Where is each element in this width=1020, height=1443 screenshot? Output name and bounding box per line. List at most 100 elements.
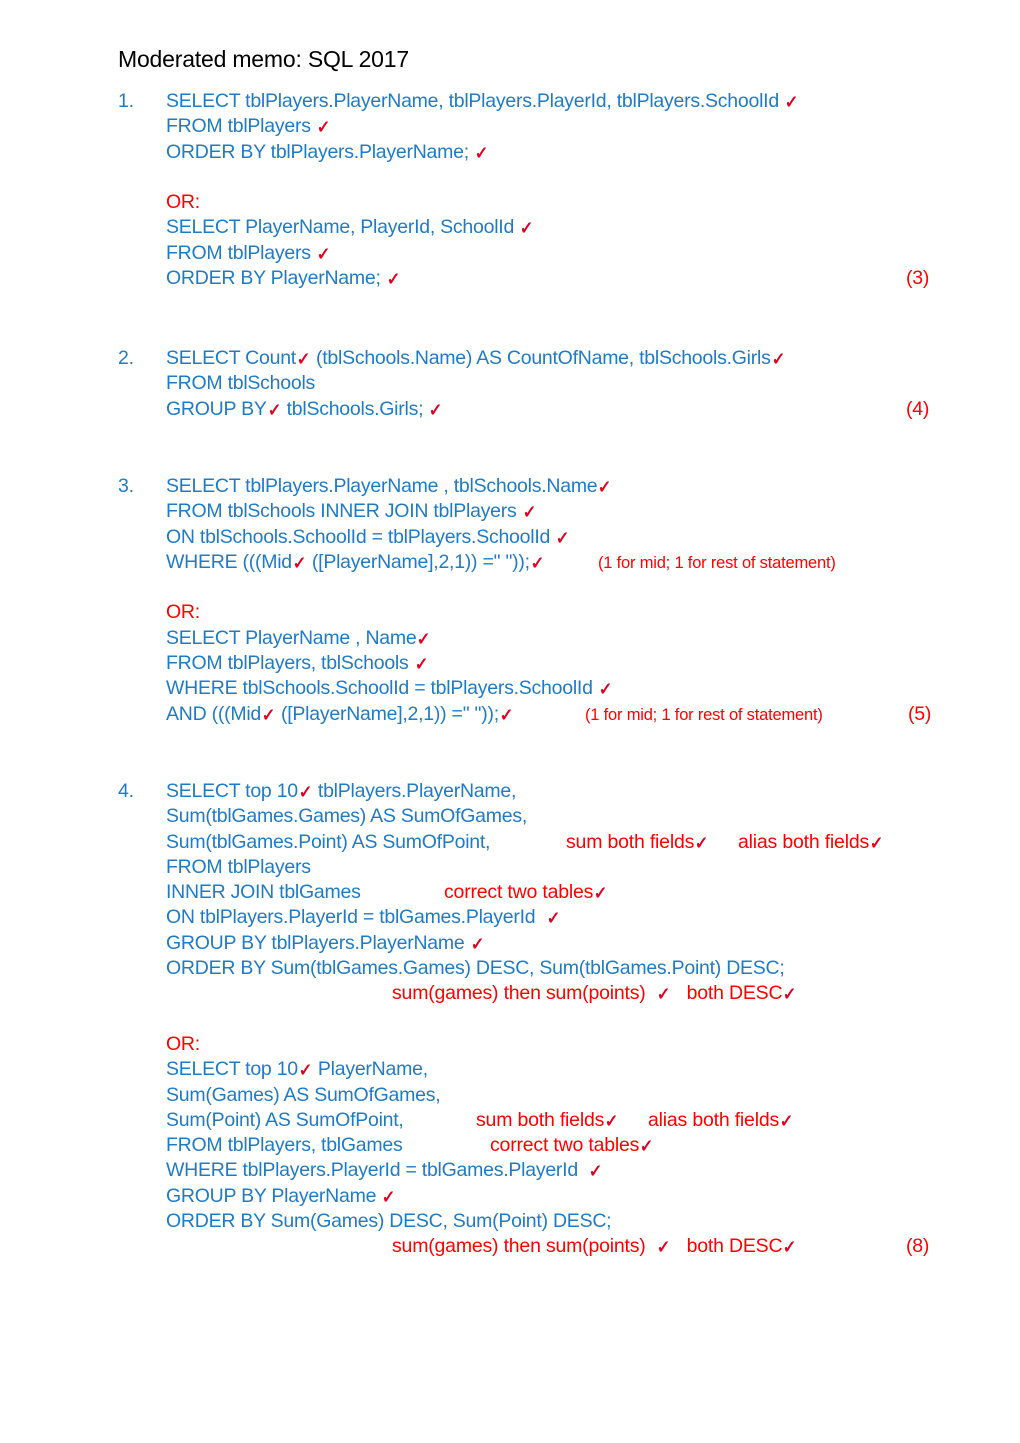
sql-line: Sum(Point) AS SumOfPoint, [166, 1108, 404, 1131]
sql-line: ON tblPlayers.PlayerId = tblGames.Player… [166, 906, 560, 929]
tick-icon: ✓ [414, 654, 428, 675]
sql-line: ORDER BY Sum(Games) DESC, Sum(Point) DES… [166, 1210, 612, 1233]
tick-icon: ✓ [589, 1161, 603, 1182]
sql-line-row: OR: [0, 191, 1020, 216]
page-title: Moderated memo: SQL 2017 [118, 46, 409, 72]
tick-icon: ✓ [298, 782, 313, 802]
sql-line-row: FROM tblPlayers [0, 856, 1020, 881]
sql-line-row: ON tblPlayers.PlayerId = tblGames.Player… [0, 906, 1020, 931]
tick-icon: ✓ [316, 243, 331, 264]
tick-icon: ✓ [771, 349, 785, 369]
sql-line-row: ORDER BY Sum(Games) DESC, Sum(Point) DES… [0, 1210, 1020, 1235]
sql-line: AND (((Mid✓ ([PlayerName],2,1)) =" "));✓ [166, 702, 514, 725]
sql-line-row: Sum(tblGames.Games) AS SumOfGames, [0, 805, 1020, 830]
marker-note: alias both fields✓ [648, 1108, 794, 1131]
tick-icon: ✓ [604, 1110, 619, 1131]
tick-icon: ✓ [261, 704, 276, 725]
marker-note: correct two tables✓ [490, 1134, 654, 1157]
spacer-row [0, 1008, 1020, 1033]
or-label: OR: [166, 601, 200, 624]
sql-line: SELECT tblPlayers.PlayerName, tblPlayers… [166, 90, 799, 112]
sql-line: FROM tblPlayers, tblGames [166, 1134, 403, 1157]
tick-icon: ✓ [869, 832, 884, 853]
marker-note: sum(games) then sum(points) ✓ both DESC✓ [392, 982, 797, 1005]
sql-line-row: sum(games) then sum(points) ✓ both DESC✓ [0, 982, 1020, 1007]
sql-line: WHERE (((Mid✓ ([PlayerName],2,1)) =" "))… [166, 550, 545, 573]
question-number-3: 3. [118, 475, 134, 497]
question-block-1: 1. SELECT tblPlayers.PlayerName, tblPlay… [0, 90, 1020, 292]
sql-line: SELECT PlayerName, PlayerId, SchoolId ✓ [166, 216, 534, 239]
question-number-row: 1. SELECT tblPlayers.PlayerName, tblPlay… [0, 90, 1020, 115]
sql-line-row: OR: [0, 1033, 1020, 1058]
sql-line-row: AND (((Mid✓ ([PlayerName],2,1)) =" "));✓… [0, 703, 1020, 728]
sql-line-row: GROUP BY✓ tblSchools.Girls; ✓ (4) [0, 398, 1020, 423]
tick-icon: ✓ [499, 704, 514, 725]
sql-line: SELECT Count✓ (tblSchools.Name) AS Count… [166, 347, 785, 369]
marks-allocation: (3) [906, 267, 930, 290]
sql-line: FROM tblSchools INNER JOIN tblPlayers ✓ [166, 500, 536, 523]
tick-icon: ✓ [783, 1237, 797, 1258]
sql-line: WHERE tblSchools.SchoolId = tblPlayers.S… [166, 677, 612, 700]
sql-line: ORDER BY PlayerName; ✓ [166, 267, 401, 290]
sql-line-row: Sum(Point) AS SumOfPoint, sum both field… [0, 1109, 1020, 1134]
sql-line-row: FROM tblSchools [0, 372, 1020, 397]
sql-line-row: ORDER BY PlayerName; ✓ (3) [0, 267, 1020, 292]
sql-line: GROUP BY tblPlayers.PlayerName ✓ [166, 931, 484, 954]
sql-line: SELECT top 10✓ PlayerName, [166, 1058, 428, 1081]
sql-line-row: FROM tblPlayers ✓ [0, 115, 1020, 140]
marker-note: (1 for mid; 1 for rest of statement) [585, 705, 823, 724]
tick-icon: ✓ [382, 1186, 396, 1207]
question-number-row: 3. SELECT tblPlayers.PlayerName , tblSch… [0, 475, 1020, 500]
sql-line: WHERE tblPlayers.PlayerId = tblGames.Pla… [166, 1159, 603, 1182]
tick-icon: ✓ [556, 527, 570, 548]
sql-line: FROM tblSchools [166, 372, 316, 395]
tick-icon: ✓ [530, 552, 545, 573]
question-number-row: 4. SELECT top 10✓ tblPlayers.PlayerName, [0, 780, 1020, 805]
sql-line-row: SELECT PlayerName, PlayerId, SchoolId ✓ [0, 216, 1020, 241]
marker-note: sum both fields✓ [476, 1108, 619, 1131]
sql-line-row: Sum(tblGames.Point) AS SumOfPoint, sum b… [0, 831, 1020, 856]
sql-line-row: SELECT top 10✓ PlayerName, [0, 1058, 1020, 1083]
sql-line-row: sum(games) then sum(points) ✓ both DESC✓… [0, 1235, 1020, 1260]
marker-note: sum both fields✓ [566, 830, 709, 853]
or-label: OR: [166, 1032, 200, 1055]
tick-icon: ✓ [417, 628, 431, 649]
sql-line: GROUP BY✓ tblSchools.Girls; ✓ [166, 397, 443, 420]
sql-line-row: SELECT PlayerName , Name✓ [0, 627, 1020, 652]
tick-icon: ✓ [298, 1060, 313, 1081]
sql-line-row: ON tblSchools.SchoolId = tblPlayers.Scho… [0, 526, 1020, 551]
marks-allocation: (4) [906, 397, 930, 420]
spacer-row [0, 166, 1020, 191]
question-number-2: 2. [118, 347, 134, 369]
tick-icon: ✓ [474, 142, 489, 163]
sql-line-row: INNER JOIN tblGames correct two tables✓ [0, 881, 1020, 906]
or-label: OR: [166, 191, 200, 214]
question-number-1: 1. [118, 90, 134, 112]
marker-note: alias both fields✓ [738, 830, 884, 853]
tick-icon: ✓ [386, 269, 401, 290]
sql-line-row: ORDER BY Sum(tblGames.Games) DESC, Sum(t… [0, 957, 1020, 982]
tick-icon: ✓ [522, 502, 536, 523]
tick-icon: ✓ [546, 908, 560, 929]
sql-line: SELECT PlayerName , Name✓ [166, 626, 431, 649]
tick-icon: ✓ [639, 1136, 654, 1157]
sql-line: GROUP BY PlayerName ✓ [166, 1184, 396, 1207]
sql-line: ORDER BY tblPlayers.PlayerName; ✓ [166, 140, 489, 163]
tick-icon: ✓ [784, 92, 799, 112]
tick-icon: ✓ [470, 933, 484, 954]
sql-line-row: WHERE tblSchools.SchoolId = tblPlayers.S… [0, 677, 1020, 702]
marks-allocation: (8) [906, 1235, 930, 1258]
sql-line-row: WHERE tblPlayers.PlayerId = tblGames.Pla… [0, 1159, 1020, 1184]
sql-line: FROM tblPlayers, tblSchools ✓ [166, 652, 428, 675]
tick-icon: ✓ [694, 832, 709, 853]
spacer-row [0, 576, 1020, 601]
sql-line-row: FROM tblPlayers, tblGames correct two ta… [0, 1134, 1020, 1159]
marks-allocation: (5) [908, 702, 932, 725]
marker-note: correct two tables✓ [444, 881, 608, 904]
sql-line: FROM tblPlayers ✓ [166, 115, 330, 138]
marker-note: (1 for mid; 1 for rest of statement) [598, 553, 836, 572]
sql-line: FROM tblPlayers ✓ [166, 241, 331, 264]
marker-note: sum(games) then sum(points) ✓ both DESC✓ [392, 1235, 797, 1258]
question-number-row: 2. SELECT Count✓ (tblSchools.Name) AS Co… [0, 347, 1020, 372]
tick-icon: ✓ [296, 349, 311, 369]
